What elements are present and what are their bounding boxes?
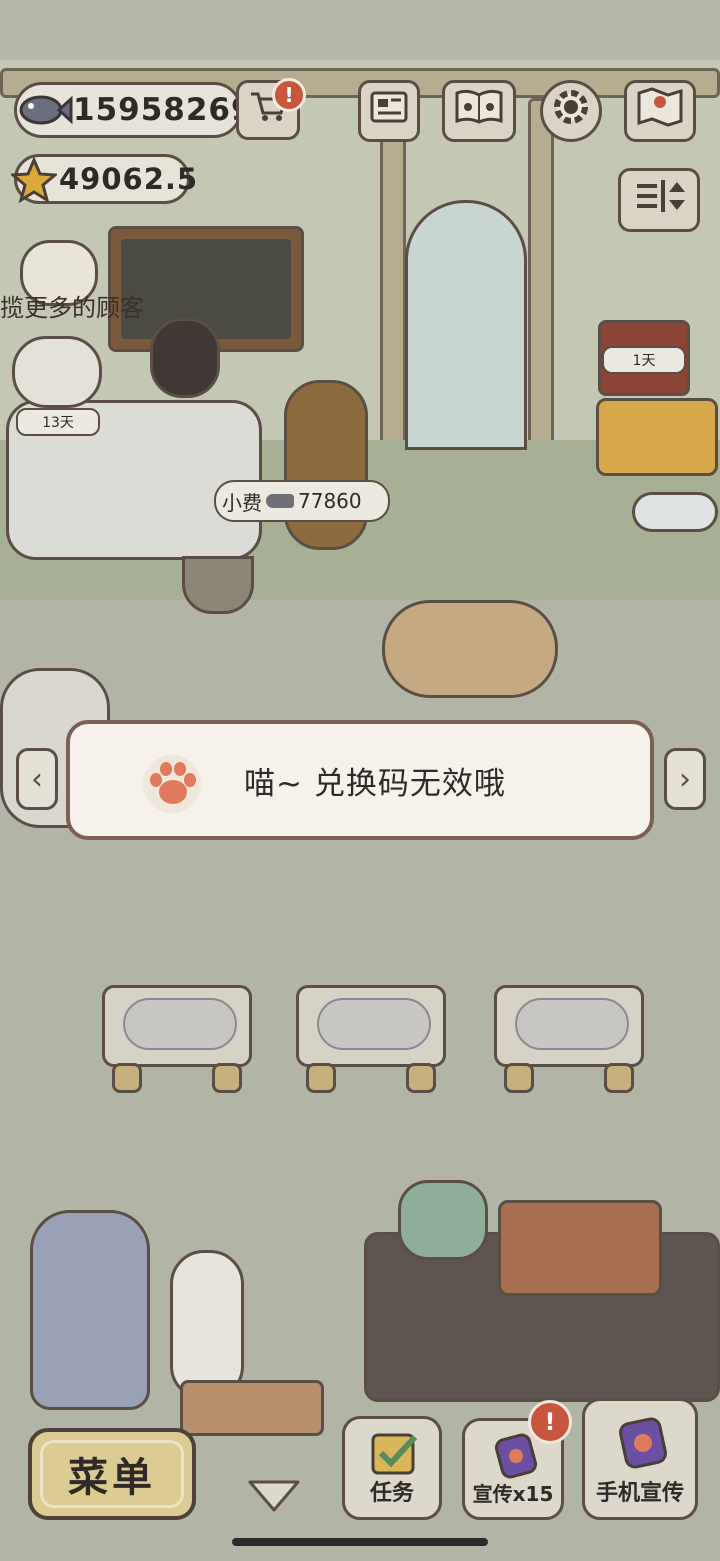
map-pin-icon <box>636 87 684 135</box>
timer-bubble-left: 13天 <box>16 408 100 436</box>
tip-fish-icon <box>266 494 294 508</box>
menu-button[interactable]: 菜单 <box>28 1428 196 1520</box>
badger-customer <box>170 1250 244 1400</box>
pillar-right <box>528 98 554 458</box>
phone-promotion-label: 手机宣传 <box>595 1481 684 1506</box>
table-top <box>296 985 446 1067</box>
task-checklist-icon <box>369 1431 421 1483</box>
table-top <box>494 985 644 1067</box>
tree-rug <box>180 1380 324 1436</box>
table-leg <box>212 1063 242 1093</box>
star-icon <box>9 156 59 204</box>
teapot-decoration <box>398 1180 488 1260</box>
map-button[interactable] <box>624 80 696 142</box>
menu-button-label: 菜单 <box>68 1455 156 1501</box>
table-leg <box>406 1063 436 1093</box>
phone-ad-icon <box>615 1415 671 1477</box>
cart-alert-badge: ! <box>272 78 306 112</box>
tea-bag-display[interactable] <box>596 398 718 476</box>
chevron-down-icon <box>248 1480 300 1512</box>
newspaper-icon <box>369 90 409 132</box>
prev-page-arrow[interactable]: ‹ <box>16 748 58 810</box>
pillar-left <box>380 98 406 458</box>
bunny-cloud-decoration <box>632 492 718 532</box>
tip-bubble[interactable]: 小费 77860 <box>214 480 390 522</box>
table-leg <box>306 1063 336 1093</box>
deer-customer <box>284 380 368 550</box>
phone-promotion-button[interactable]: 手机宣传 <box>582 1398 698 1520</box>
table-cloth <box>123 998 237 1050</box>
paw-book-icon <box>454 89 504 133</box>
home-indicator[interactable] <box>232 1538 488 1546</box>
table-leg <box>504 1063 534 1093</box>
cat-album-button[interactable] <box>442 80 516 142</box>
arched-doorway <box>405 200 527 450</box>
sliders-toggle-icon <box>631 176 687 224</box>
empty-table-3[interactable] <box>494 985 644 1095</box>
side-toggle-button[interactable] <box>618 168 700 232</box>
promotion-alert-badge: ! <box>528 1400 572 1444</box>
phone-promo-icon <box>493 1433 539 1485</box>
fish-currency-value: 15958269 <box>73 92 254 128</box>
snack-box <box>498 1200 662 1296</box>
table-cloth <box>515 998 629 1050</box>
paw-print-icon <box>142 754 202 814</box>
black-cat-chef <box>150 318 220 398</box>
flower-rug <box>382 600 558 698</box>
star-currency-value: 49062.5 <box>59 162 199 196</box>
mermaid-vase-decoration <box>30 1210 150 1410</box>
newspaper-button[interactable] <box>358 80 420 142</box>
empty-table-1[interactable] <box>102 985 252 1095</box>
fish-icon <box>13 87 73 133</box>
next-page-arrow[interactable]: › <box>664 748 706 810</box>
fish-currency-pill[interactable]: 15958269 <box>13 82 253 138</box>
timer-bubble-right: 1天 <box>602 346 686 374</box>
table-cloth <box>317 998 431 1050</box>
timed-decoration-left[interactable] <box>12 336 102 408</box>
collapse-arrow-button[interactable] <box>246 1478 302 1514</box>
marquee-text: 揽更多的顾客 <box>0 294 144 322</box>
settings-button[interactable] <box>540 80 602 142</box>
table-leg <box>112 1063 142 1093</box>
redeem-code-toast: 喵~ 兑换码无效哦 <box>66 720 654 840</box>
table-top <box>102 985 252 1067</box>
empty-table-2[interactable] <box>296 985 446 1095</box>
tip-label: 小费 <box>222 490 262 515</box>
table-leg <box>604 1063 634 1093</box>
stone-mortar <box>182 556 254 614</box>
tip-amount: 77860 <box>298 489 362 513</box>
tasks-button[interactable]: 任务 <box>342 1416 442 1520</box>
star-currency-pill[interactable]: 49062.5 <box>9 154 197 204</box>
toast-message: 喵~ 兑换码无效哦 <box>244 765 506 802</box>
settings-gear-icon <box>549 85 593 137</box>
